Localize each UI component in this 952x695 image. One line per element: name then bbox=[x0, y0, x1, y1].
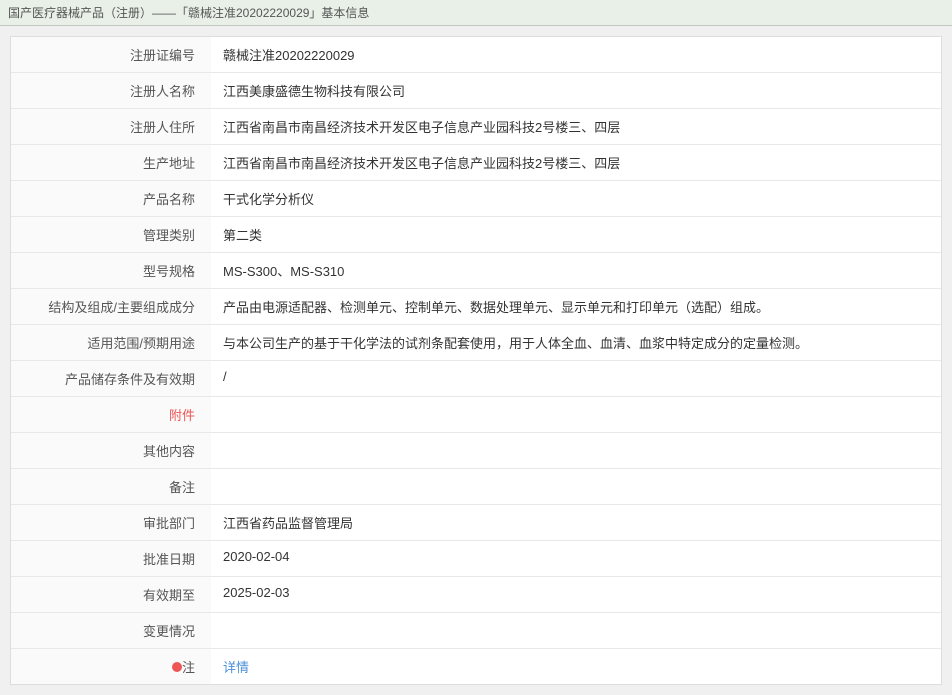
field-value-7: 产品由电源适配器、检测单元、控制单元、数据处理单元、显示单元和打印单元（选配）组… bbox=[211, 289, 941, 325]
field-value-9: / bbox=[211, 361, 941, 397]
field-label-6: 型号规格 bbox=[11, 253, 211, 289]
field-label-7: 结构及组成/主要组成成分 bbox=[11, 289, 211, 325]
title-text: 国产医疗器械产品（注册）——「赣械注准20202220029」基本信息 bbox=[8, 4, 369, 21]
field-value-13: 江西省药品监督管理局 bbox=[211, 505, 941, 541]
field-value-15: 2025-02-03 bbox=[211, 577, 941, 613]
table-row: 注册人住所江西省南昌市南昌经济技术开发区电子信息产业园科技2号楼三、四层 bbox=[11, 109, 941, 145]
field-label-0: 注册证编号 bbox=[11, 37, 211, 73]
field-label-13: 审批部门 bbox=[11, 505, 211, 541]
field-label-10: 附件 bbox=[11, 397, 211, 433]
table-row: 有效期至2025-02-03 bbox=[11, 577, 941, 613]
field-value-4: 干式化学分析仪 bbox=[211, 181, 941, 217]
table-row: 备注 bbox=[11, 469, 941, 505]
info-table: 注册证编号赣械注准20202220029注册人名称江西美康盛德生物科技有限公司注… bbox=[11, 37, 941, 684]
field-value-1: 江西美康盛德生物科技有限公司 bbox=[211, 73, 941, 109]
detail-link[interactable]: 详情 bbox=[223, 660, 249, 675]
table-row: 注册人名称江西美康盛德生物科技有限公司 bbox=[11, 73, 941, 109]
table-row: 管理类别第二类 bbox=[11, 217, 941, 253]
table-row: 注册证编号赣械注准20202220029 bbox=[11, 37, 941, 73]
field-label-2: 注册人住所 bbox=[11, 109, 211, 145]
note-dot-icon bbox=[172, 662, 182, 672]
table-row: 产品名称干式化学分析仪 bbox=[11, 181, 941, 217]
table-row: 其他内容 bbox=[11, 433, 941, 469]
table-row: 审批部门江西省药品监督管理局 bbox=[11, 505, 941, 541]
table-row: 型号规格MS-S300、MS-S310 bbox=[11, 253, 941, 289]
field-label-1: 注册人名称 bbox=[11, 73, 211, 109]
field-label-15: 有效期至 bbox=[11, 577, 211, 613]
table-row: 附件 bbox=[11, 397, 941, 433]
field-value-14: 2020-02-04 bbox=[211, 541, 941, 577]
table-row: 变更情况 bbox=[11, 613, 941, 649]
field-value-6: MS-S300、MS-S310 bbox=[211, 253, 941, 289]
footer-label: 注 bbox=[11, 649, 211, 685]
table-row: 适用范围/预期用途与本公司生产的基于干化学法的试剂条配套使用，用于人体全血、血清… bbox=[11, 325, 941, 361]
field-label-12: 备注 bbox=[11, 469, 211, 505]
field-value-11 bbox=[211, 433, 941, 469]
table-row: 批准日期2020-02-04 bbox=[11, 541, 941, 577]
field-value-5: 第二类 bbox=[211, 217, 941, 253]
field-value-8: 与本公司生产的基于干化学法的试剂条配套使用，用于人体全血、血清、血浆中特定成分的… bbox=[211, 325, 941, 361]
field-value-2: 江西省南昌市南昌经济技术开发区电子信息产业园科技2号楼三、四层 bbox=[211, 109, 941, 145]
table-row: 产品储存条件及有效期/ bbox=[11, 361, 941, 397]
field-value-0: 赣械注准20202220029 bbox=[211, 37, 941, 73]
field-label-9: 产品储存条件及有效期 bbox=[11, 361, 211, 397]
footer-row: 注详情 bbox=[11, 649, 941, 685]
field-label-8: 适用范围/预期用途 bbox=[11, 325, 211, 361]
field-label-3: 生产地址 bbox=[11, 145, 211, 181]
main-container: 注册证编号赣械注准20202220029注册人名称江西美康盛德生物科技有限公司注… bbox=[10, 36, 942, 685]
footer-value: 详情 bbox=[211, 649, 941, 685]
table-row: 结构及组成/主要组成成分产品由电源适配器、检测单元、控制单元、数据处理单元、显示… bbox=[11, 289, 941, 325]
title-bar: 国产医疗器械产品（注册）——「赣械注准20202220029」基本信息 bbox=[0, 0, 952, 26]
field-label-5: 管理类别 bbox=[11, 217, 211, 253]
field-label-16: 变更情况 bbox=[11, 613, 211, 649]
field-label-11: 其他内容 bbox=[11, 433, 211, 469]
field-label-4: 产品名称 bbox=[11, 181, 211, 217]
field-value-16 bbox=[211, 613, 941, 649]
field-value-3: 江西省南昌市南昌经济技术开发区电子信息产业园科技2号楼三、四层 bbox=[211, 145, 941, 181]
table-row: 生产地址江西省南昌市南昌经济技术开发区电子信息产业园科技2号楼三、四层 bbox=[11, 145, 941, 181]
field-value-10 bbox=[211, 397, 941, 433]
field-label-14: 批准日期 bbox=[11, 541, 211, 577]
field-value-12 bbox=[211, 469, 941, 505]
